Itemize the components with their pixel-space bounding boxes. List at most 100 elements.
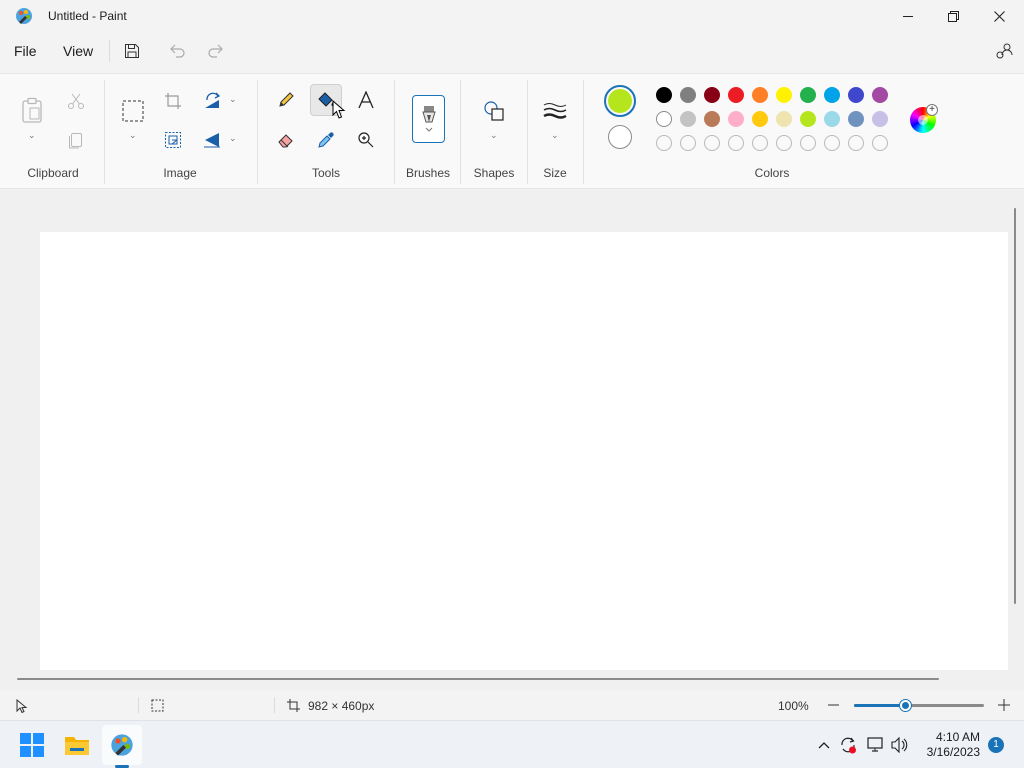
brushes-group-label: Brushes — [405, 166, 451, 180]
secondary-color-button[interactable] — [608, 125, 632, 149]
file-menu[interactable]: File — [14, 43, 37, 59]
rectangle-select-icon — [122, 100, 144, 122]
palette-color-swatch[interactable] — [704, 111, 720, 127]
pencil-icon — [279, 92, 294, 107]
custom-color-slot[interactable] — [704, 135, 720, 151]
custom-color-slot[interactable] — [728, 135, 744, 151]
notification-badge[interactable]: 1 — [988, 737, 1004, 753]
file-explorer-button[interactable] — [57, 725, 97, 765]
brushes-button[interactable] — [412, 95, 445, 143]
palette-color-swatch[interactable] — [776, 87, 792, 103]
size-dropdown-chevron-icon[interactable]: ⌄ — [551, 130, 559, 141]
cut-button[interactable] — [60, 85, 92, 117]
palette-color-swatch[interactable] — [728, 111, 744, 127]
crop-button[interactable] — [157, 85, 189, 117]
pencil-tool-button[interactable] — [270, 84, 302, 116]
palette-color-swatch[interactable] — [680, 87, 696, 103]
custom-color-slot[interactable] — [848, 135, 864, 151]
selection-size-icon — [151, 699, 164, 712]
undo-button[interactable] — [166, 40, 188, 62]
palette-color-swatch[interactable] — [800, 87, 816, 103]
palette-color-swatch[interactable] — [848, 111, 864, 127]
rotate-button[interactable] — [197, 85, 229, 117]
zoom-slider-thumb[interactable] — [900, 700, 911, 711]
magnifier-icon — [358, 132, 374, 148]
custom-color-slot[interactable] — [824, 135, 840, 151]
palette-color-swatch[interactable] — [728, 87, 744, 103]
palette-color-swatch[interactable] — [848, 87, 864, 103]
tools-group-label: Tools — [311, 166, 340, 180]
paste-dropdown-chevron-icon[interactable]: ⌄ — [28, 130, 36, 141]
paste-button[interactable] — [16, 94, 48, 126]
palette-color-swatch[interactable] — [776, 111, 792, 127]
flip-button[interactable] — [197, 124, 229, 156]
drawing-canvas[interactable] — [40, 232, 1008, 670]
primary-color-button[interactable] — [604, 85, 636, 117]
custom-color-slot[interactable] — [800, 135, 816, 151]
status-divider — [138, 697, 139, 713]
resize-button[interactable] — [157, 124, 189, 156]
magnifier-tool-button[interactable] — [350, 124, 382, 156]
cut-icon — [68, 93, 84, 109]
menu-bar: File View — [0, 34, 1024, 70]
palette-color-swatch[interactable] — [752, 111, 768, 127]
shapes-group-label: Shapes — [473, 166, 515, 180]
rotate-dropdown-chevron-icon[interactable]: ⌄ — [229, 94, 237, 105]
shapes-dropdown-chevron-icon[interactable]: ⌄ — [490, 130, 498, 141]
palette-color-swatch[interactable] — [656, 111, 672, 127]
select-dropdown-chevron-icon[interactable]: ⌄ — [129, 130, 137, 141]
shapes-button[interactable] — [478, 95, 510, 127]
horizontal-scrollbar[interactable] — [17, 678, 939, 680]
palette-color-swatch[interactable] — [752, 87, 768, 103]
custom-color-slot[interactable] — [776, 135, 792, 151]
copy-button[interactable] — [60, 124, 92, 156]
minimize-button[interactable] — [885, 0, 931, 32]
custom-color-slot[interactable] — [872, 135, 888, 151]
status-bar: 982 × 460px 100% — [0, 690, 1024, 720]
close-button[interactable] — [976, 0, 1022, 32]
show-hidden-icons-chevron-up-icon[interactable] — [814, 735, 834, 755]
zoom-out-icon[interactable] — [828, 704, 839, 706]
color-picker-tool-button[interactable] — [310, 124, 342, 156]
sync-error-icon[interactable] — [838, 735, 858, 755]
zoom-percentage[interactable]: 100% — [778, 699, 809, 713]
palette-color-swatch[interactable] — [680, 111, 696, 127]
palette-color-swatch[interactable] — [800, 111, 816, 127]
restore-button[interactable] — [930, 0, 976, 32]
zoom-slider[interactable] — [854, 700, 984, 711]
zoom-in-icon[interactable] — [998, 699, 1010, 711]
image-group-label: Image — [163, 166, 197, 180]
volume-icon[interactable] — [890, 735, 910, 755]
palette-color-swatch[interactable] — [824, 111, 840, 127]
paint-taskbar-button[interactable] — [102, 725, 142, 765]
save-button[interactable] — [121, 40, 143, 62]
flip-dropdown-chevron-icon[interactable]: ⌄ — [229, 133, 237, 144]
clock-date: 3/16/2023 — [926, 745, 980, 759]
primary-color-swatch — [608, 89, 632, 113]
copy-icon — [69, 133, 82, 149]
palette-color-swatch[interactable] — [704, 87, 720, 103]
vertical-scrollbar[interactable] — [1014, 208, 1016, 604]
clock[interactable]: 4:10 AM 3/16/2023 — [920, 730, 980, 760]
eraser-tool-button[interactable] — [270, 124, 302, 156]
view-menu[interactable]: View — [63, 43, 93, 59]
menu-divider — [109, 40, 110, 62]
account-settings-button[interactable] — [993, 40, 1015, 62]
ribbon: ⌄ Clipboard ⌄ ⌄ ⌄ Image Tools Brushes ⌄ … — [0, 73, 1024, 189]
paint-app-icon — [16, 8, 32, 24]
undo-icon — [170, 44, 185, 58]
palette-color-swatch[interactable] — [656, 87, 672, 103]
redo-button[interactable] — [205, 40, 227, 62]
select-button[interactable] — [117, 95, 149, 127]
network-icon[interactable] — [866, 735, 886, 755]
palette-color-swatch[interactable] — [824, 87, 840, 103]
text-tool-button[interactable] — [350, 84, 382, 116]
custom-color-slot[interactable] — [680, 135, 696, 151]
cursor-position-icon — [16, 699, 28, 713]
palette-color-swatch[interactable] — [872, 111, 888, 127]
start-button[interactable] — [12, 725, 52, 765]
custom-color-slot[interactable] — [656, 135, 672, 151]
size-button[interactable] — [539, 95, 571, 127]
palette-color-swatch[interactable] — [872, 87, 888, 103]
custom-color-slot[interactable] — [752, 135, 768, 151]
